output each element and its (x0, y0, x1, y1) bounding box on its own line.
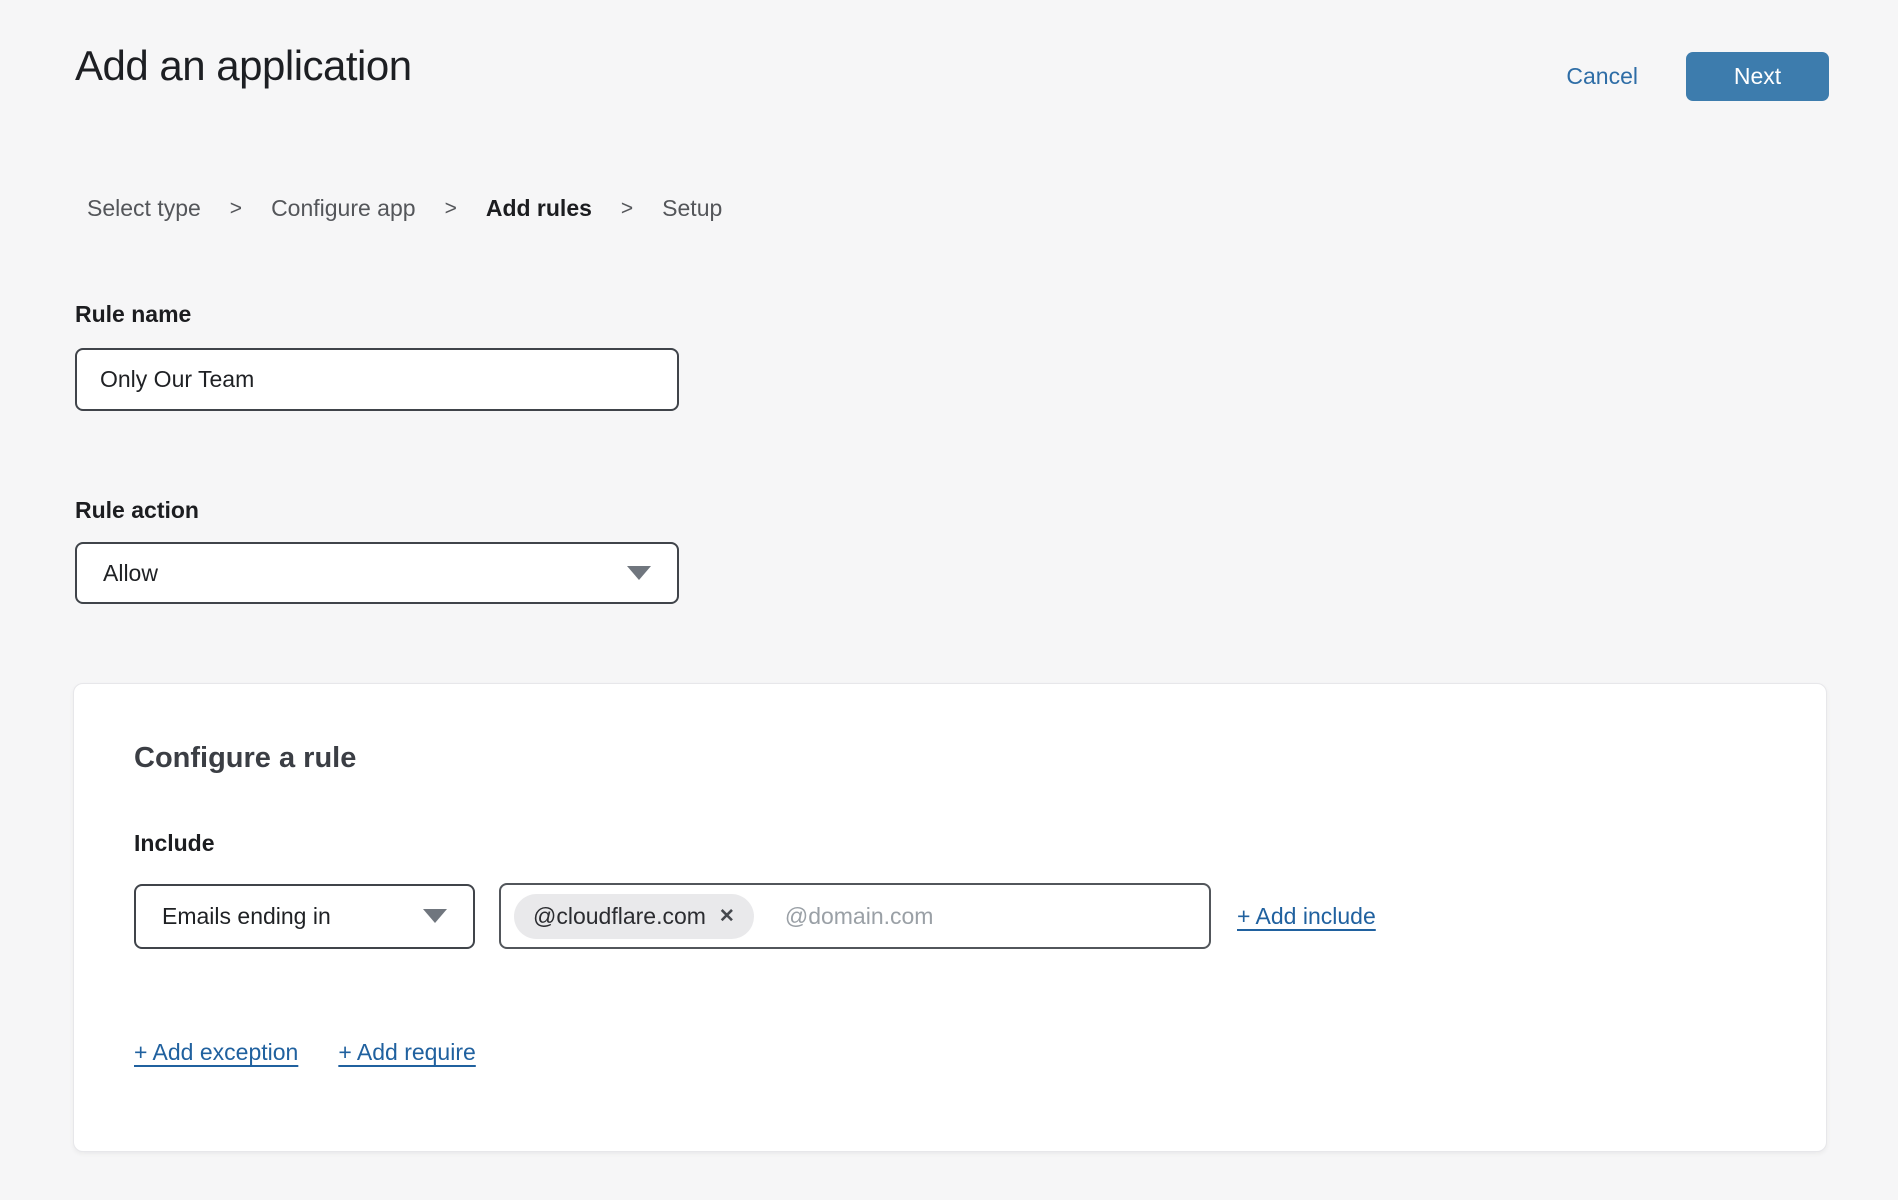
breadcrumb-separator: > (445, 197, 457, 221)
include-criteria-select[interactable]: Emails ending in (134, 884, 475, 949)
rule-name-label: Rule name (75, 301, 191, 328)
remove-tag-icon[interactable]: ✕ (719, 907, 735, 926)
breadcrumb-step-configure-app[interactable]: Configure app (271, 195, 416, 222)
breadcrumb-step-select-type[interactable]: Select type (87, 195, 201, 222)
include-label: Include (134, 830, 215, 857)
cancel-button[interactable]: Cancel (1566, 63, 1638, 90)
email-domain-tag-label: @cloudflare.com (533, 903, 706, 930)
next-button[interactable]: Next (1686, 52, 1829, 101)
include-criteria-selected-value: Emails ending in (162, 903, 331, 930)
email-domain-entry-input[interactable] (785, 903, 1196, 930)
chevron-down-icon (627, 566, 651, 580)
email-domain-tag: @cloudflare.com ✕ (514, 894, 754, 939)
rule-action-selected-value: Allow (103, 560, 158, 587)
header-actions: Cancel Next (1566, 52, 1829, 101)
add-require-link[interactable]: + Add require (338, 1039, 475, 1066)
rule-extra-links: + Add exception + Add require (134, 1039, 476, 1066)
rule-action-label: Rule action (75, 497, 199, 524)
configure-rule-card: Configure a rule Include Emails ending i… (73, 683, 1827, 1152)
breadcrumb-separator: > (230, 197, 242, 221)
add-application-page: Add an application Cancel Next Select ty… (0, 0, 1898, 1200)
rule-name-input[interactable] (75, 348, 679, 411)
breadcrumb-separator: > (621, 197, 633, 221)
page-title: Add an application (75, 42, 412, 90)
include-rule-row: Emails ending in @cloudflare.com ✕ + Add… (134, 883, 1376, 949)
breadcrumb-step-add-rules: Add rules (486, 195, 592, 222)
breadcrumb-step-setup: Setup (662, 195, 722, 222)
configure-rule-title: Configure a rule (134, 742, 356, 775)
add-include-link[interactable]: + Add include (1237, 903, 1376, 930)
rule-action-select[interactable]: Allow (75, 542, 679, 604)
breadcrumb: Select type > Configure app > Add rules … (87, 195, 722, 222)
email-domain-tag-input[interactable]: @cloudflare.com ✕ (499, 883, 1211, 949)
add-exception-link[interactable]: + Add exception (134, 1039, 298, 1066)
chevron-down-icon (423, 909, 447, 923)
